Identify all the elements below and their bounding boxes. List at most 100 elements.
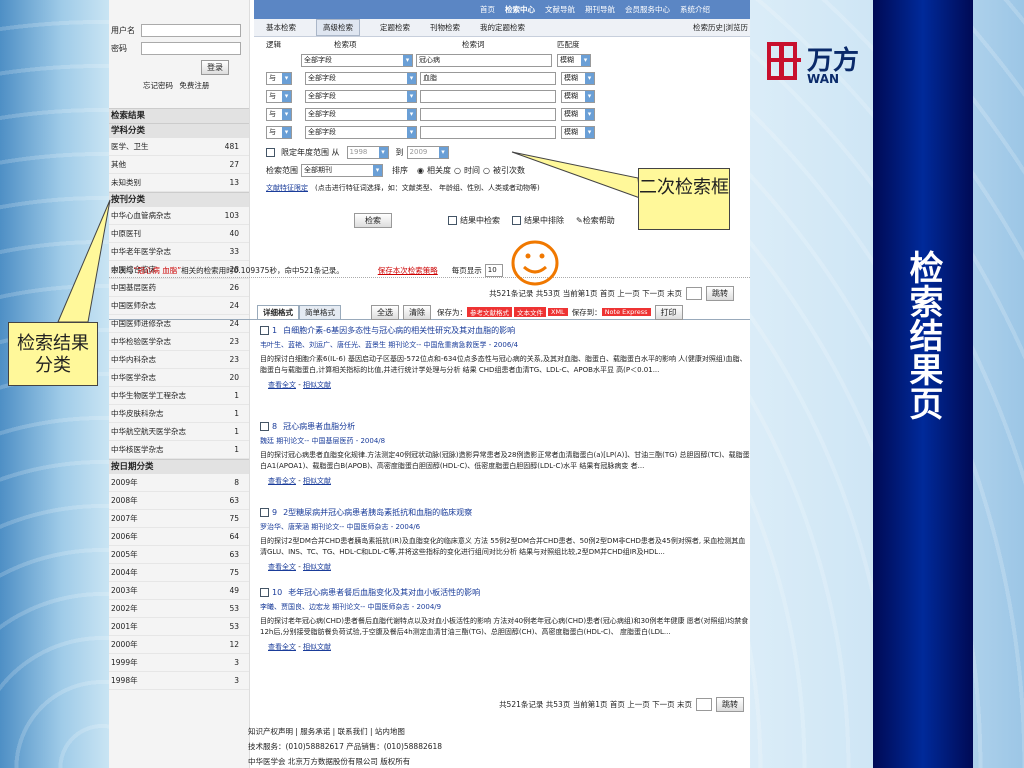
view-fulltext-link[interactable]: 查看全文 [268,381,296,389]
xml-button[interactable]: XML [548,308,568,316]
logic-select[interactable]: 与 [266,71,292,85]
search-history-link[interactable]: 检索历史|浏览历 [693,22,750,33]
subject-item[interactable]: 其他 27 [109,156,249,174]
perpage-input[interactable]: 10 [484,264,503,277]
register-link[interactable]: 免费注册 [179,81,209,90]
logic-select[interactable]: 与 [266,125,292,139]
page-bottom-input[interactable] [696,698,712,711]
match-select[interactable]: 模糊 [561,89,595,103]
journal-item[interactable]: 中华内科杂志 23 [109,351,249,369]
year-item[interactable]: 2008年 63 [109,492,249,510]
nav-literature[interactable]: 文献导航 [545,4,575,15]
journal-item[interactable]: 中华皮肤科杂志 1 [109,405,249,423]
year-item[interactable]: 2007年 75 [109,510,249,528]
record-checkbox[interactable] [260,422,269,431]
sort-radio-cited[interactable]: ○ [483,166,490,175]
clear-button[interactable]: 清除 [403,304,431,320]
field-select[interactable]: 全部字段 [305,125,417,139]
nav-about[interactable]: 系统介绍 [680,4,710,15]
journal-item[interactable]: 中华航空航天医学杂志 1 [109,423,249,441]
view-fulltext-link[interactable]: 查看全文 [268,563,296,571]
tab-journal[interactable]: 刊物检索 [430,22,460,33]
subject-item[interactable]: 医学、卫生 481 [109,138,249,156]
tab-topic[interactable]: 定题检索 [380,22,410,33]
field-select[interactable]: 全部字段 [305,107,417,121]
logic-select[interactable]: 与 [266,89,292,103]
password-input[interactable] [141,42,241,55]
year-from-select[interactable]: 1998 [346,145,389,159]
note-express-button[interactable]: Note Express [601,308,651,316]
term-input[interactable] [420,89,556,103]
year-limit-checkbox[interactable] [266,147,275,157]
nav-journals[interactable]: 期刊导航 [585,4,615,15]
record-title-link[interactable]: 冠心病患者血脂分析 [283,422,355,431]
similar-docs-link[interactable]: 相似文献 [303,477,331,485]
in-results-checkbox[interactable] [448,215,457,225]
record-title-link[interactable]: 老年冠心病患者餐后血脂变化及其对血小板活性的影响 [288,588,480,597]
tab-advanced[interactable]: 高级检索 [316,19,360,36]
field-select[interactable]: 全部字段 [301,53,413,67]
similar-docs-link[interactable]: 相似文献 [303,643,331,651]
tab-my-topic[interactable]: 我的定题检索 [480,22,525,33]
year-item[interactable]: 2002年 53 [109,600,249,618]
login-button[interactable]: 登录 [201,60,229,75]
record-title-link[interactable]: 白细胞介素-6基因多态性与冠心病的相关性研究及其对血脂的影响 [283,326,515,335]
record-checkbox[interactable] [260,508,269,517]
print-button[interactable]: 打印 [654,304,683,320]
match-select[interactable]: 模糊 [557,53,591,67]
page-input[interactable] [686,287,702,300]
year-item[interactable]: 2000年 12 [109,636,249,654]
view-fulltext-link[interactable]: 查看全文 [268,477,296,485]
field-select[interactable]: 全部字段 [305,89,417,103]
select-all-button[interactable]: 全选 [371,304,399,320]
view-fulltext-link[interactable]: 查看全文 [268,643,296,651]
subject-item[interactable]: 未知类别 13 [109,174,249,192]
term-input[interactable]: 冠心病 [416,53,552,67]
journal-item[interactable]: 中国基层医药 26 [109,279,249,297]
save-strategy-link[interactable]: 保存本次检索策略 [378,265,438,276]
exclude-checkbox[interactable] [512,215,521,225]
forgot-password-link[interactable]: 忘记密码 [143,81,173,90]
detail-format-tab[interactable]: 详细格式 [257,304,299,320]
similar-docs-link[interactable]: 相似文献 [303,381,331,389]
scope-select[interactable]: 全部期刊 [301,163,383,177]
nav-member[interactable]: 会员服务中心 [625,4,670,15]
year-item[interactable]: 2004年 75 [109,564,249,582]
record-title-link[interactable]: 2型糖尿病并冠心病患者胰岛素抵抗和血脂的临床观察 [283,508,472,517]
jump-button[interactable]: 跳转 [706,286,734,301]
logic-select[interactable]: 与 [266,107,292,121]
term-input[interactable]: 血脂 [420,71,556,85]
jump-bottom-button[interactable]: 跳转 [716,697,744,712]
year-item[interactable]: 2005年 63 [109,546,249,564]
journal-item[interactable]: 中华检验医学杂志 23 [109,333,249,351]
footer-links[interactable]: 知识产权声明 | 服务承诺 | 联系我们 | 站内地图 [248,724,442,739]
sort-radio-relevance[interactable]: ◉ [417,166,424,175]
record-checkbox[interactable] [260,588,269,597]
year-item[interactable]: 2003年 49 [109,582,249,600]
year-item[interactable]: 2006年 64 [109,528,249,546]
ref-format-button[interactable]: 参考文献格式 [467,307,512,317]
term-input[interactable] [420,125,556,139]
year-item[interactable]: 1999年 3 [109,654,249,672]
match-select[interactable]: 模糊 [561,125,595,139]
search-help-link[interactable]: 检索帮助 [583,216,615,225]
journal-item[interactable]: 中华医学杂志 20 [109,369,249,387]
journal-item[interactable]: 中华老年医学杂志 33 [109,243,249,261]
match-select[interactable]: 模糊 [561,71,595,85]
year-to-select[interactable]: 2009 [406,145,449,159]
journal-item[interactable]: 中华心血管病杂志 103 [109,207,249,225]
feature-limit-link[interactable]: 文献特征限定 [266,183,308,193]
term-input[interactable] [420,107,556,121]
search-button[interactable]: 检索 [354,212,392,228]
journal-item[interactable]: 中华核医学杂志 1 [109,441,249,459]
match-select[interactable]: 模糊 [561,107,595,121]
similar-docs-link[interactable]: 相似文献 [303,563,331,571]
tab-basic[interactable]: 基本检索 [266,22,296,33]
nav-home[interactable]: 首页 [480,4,495,15]
text-file-button[interactable]: 文本文件 [514,307,546,317]
journal-item[interactable]: 中原医刊 40 [109,225,249,243]
year-item[interactable]: 2001年 53 [109,618,249,636]
year-item[interactable]: 2009年 8 [109,474,249,492]
username-input[interactable] [141,24,241,37]
sort-radio-time[interactable]: ○ [454,166,461,175]
